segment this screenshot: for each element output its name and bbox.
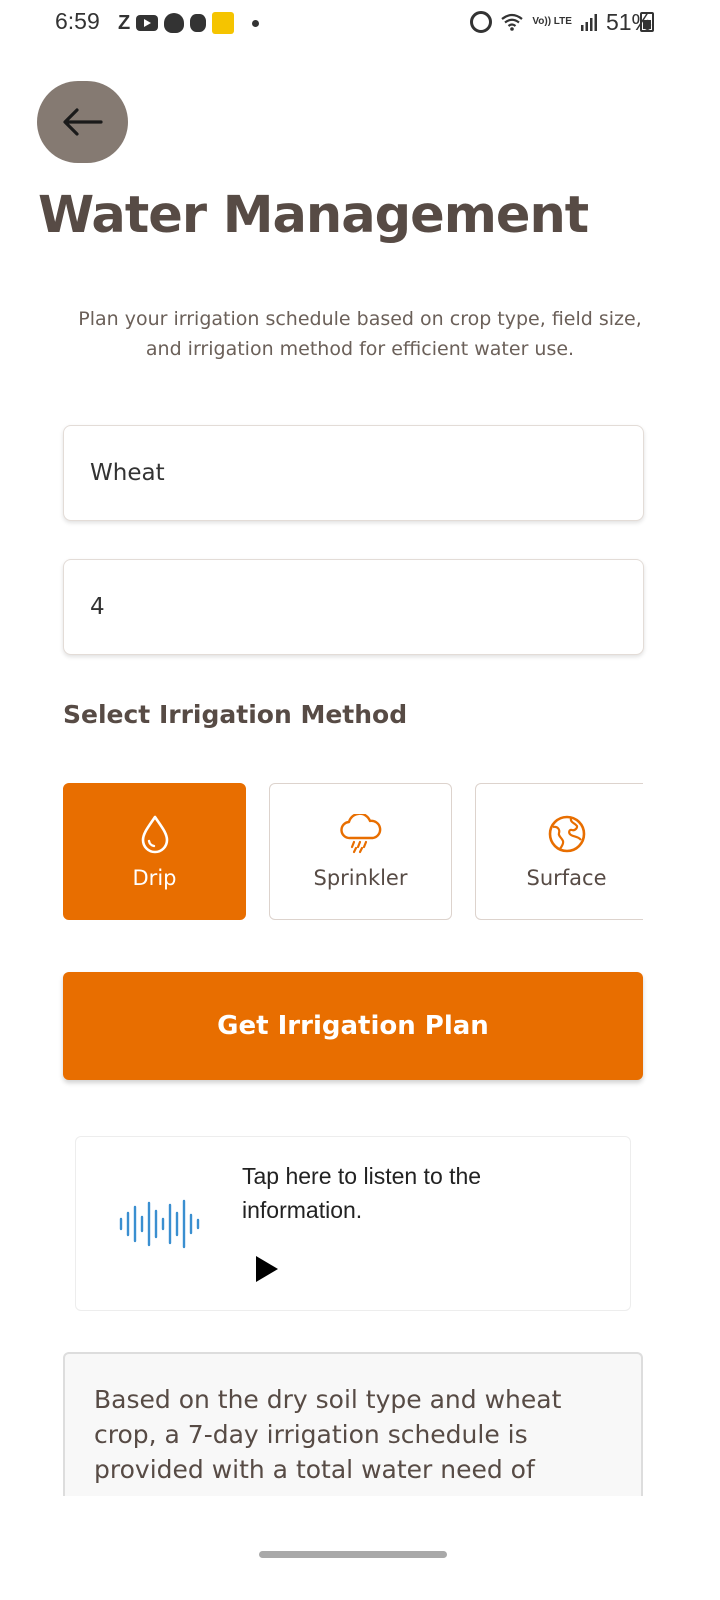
youtube-icon [136,15,159,31]
home-indicator[interactable] [259,1551,447,1558]
back-button[interactable] [37,81,128,163]
play-button[interactable] [252,1254,282,1286]
more-notifications-dot-icon [252,19,260,27]
alarm-icon [470,11,493,33]
signal-icon [580,14,597,31]
irrigation-result-text: Based on the dry soil type and wheat cro… [94,1385,562,1484]
bottom-safe-area [0,1496,720,1600]
status-notification-icons: Z [118,10,260,36]
method-option-drip[interactable]: Drip [63,783,246,920]
wifi-icon [501,13,524,31]
app-icon [212,12,235,34]
crop-type-input[interactable]: Wheat [63,425,644,521]
cloud-rain-icon [339,813,381,853]
audio-prompt: Tap here to listen to the information. [242,1163,482,1223]
method-label: Sprinkler [313,865,408,890]
method-label: Surface [526,865,607,890]
method-option-sprinkler[interactable]: Sprinkler [269,783,452,920]
audio-playback-card[interactable]: Tap here to listen to the information. [75,1136,631,1311]
snapchat-icon [190,14,207,32]
field-size-input[interactable]: 4 [63,559,644,655]
water-drop-icon [141,815,168,853]
play-icon [256,1256,278,1282]
irrigation-method-heading: Select Irrigation Method [63,700,408,729]
page-subtitle: Plan your irrigation schedule based on c… [78,308,642,360]
method-label: Drip [132,865,177,890]
z-icon: Z [118,11,131,34]
method-option-surface[interactable]: Surface [475,783,643,920]
globe-icon [548,815,585,852]
notification-icon [164,13,185,33]
status-system-icons: Vo)) LTE 51% [470,8,652,36]
get-irrigation-plan-button[interactable]: Get Irrigation Plan [63,972,643,1080]
irrigation-method-list: Drip Sprinkler Surface [63,783,643,921]
status-bar: 6:59 Z Vo)) LTE 51% [0,0,720,46]
arrow-left-icon [62,108,103,136]
battery-icon [640,12,654,32]
volte-icon: Vo)) LTE [532,16,572,27]
page-title: Water Management [38,186,589,245]
status-time: 6:59 [55,8,100,34]
sound-wave-icon [119,1199,200,1249]
